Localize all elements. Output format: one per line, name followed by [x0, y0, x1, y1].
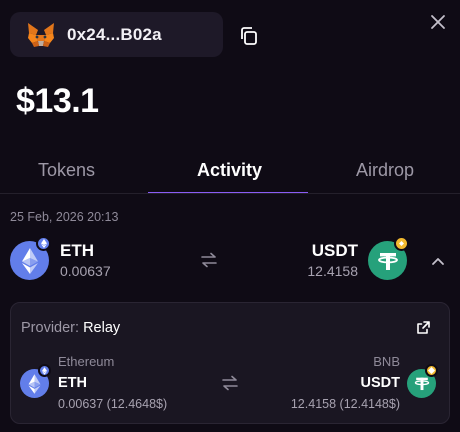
activity-date: 25 Feb, 2026 20:13 [10, 210, 119, 224]
provider-name: Relay [83, 320, 121, 336]
swap-arrows-icon [201, 252, 217, 268]
tab-activity[interactable]: Activity [197, 160, 262, 181]
from-amount-line: 0.00637 (12.4648$) [58, 397, 167, 411]
tab-tokens[interactable]: Tokens [38, 160, 95, 181]
detail-from-amount: 0.00637 [58, 397, 104, 411]
from-chain: Ethereum [58, 354, 115, 369]
from-symbol: ETH [60, 241, 94, 260]
to-amount: 12.4158 [307, 263, 358, 279]
detail-from-value: (12.4648$) [106, 397, 168, 411]
metamask-fox-icon [28, 22, 54, 47]
detail-to-value: (12.4148$) [339, 397, 400, 411]
wallet-address: 0x24...B02a [67, 24, 162, 44]
provider-line: Provider: Relay [21, 320, 120, 336]
close-icon[interactable] [428, 12, 448, 32]
divider [0, 193, 460, 194]
swap-arrows-icon [222, 375, 238, 391]
to-amount-line: 12.4158 (12.4148$) [291, 397, 400, 411]
external-link-icon[interactable] [416, 320, 431, 335]
eth-chain-badge-icon [36, 236, 51, 251]
provider-label: Provider: [21, 320, 80, 336]
bnb-chain-badge-icon [394, 236, 409, 251]
total-balance: $13.1 [16, 82, 99, 120]
bnb-chain-badge-icon [425, 364, 438, 377]
wallet-selector[interactable]: 0x24...B02a [10, 12, 223, 57]
detail-from-symbol: ETH [58, 375, 87, 391]
activity-details-card: Provider: Relay Ethereum ETH 0.00637 (12… [10, 302, 450, 424]
to-chain: BNB [373, 354, 400, 369]
tab-bar: Tokens Activity Airdrop [0, 150, 460, 194]
copy-icon[interactable] [238, 25, 260, 47]
tab-airdrop[interactable]: Airdrop [356, 160, 414, 181]
eth-chain-badge-icon [38, 364, 51, 377]
detail-to-symbol: USDT [360, 375, 400, 391]
chevron-up-icon[interactable] [431, 256, 445, 266]
from-amount: 0.00637 [60, 263, 111, 279]
to-symbol: USDT [311, 241, 358, 260]
detail-to-amount: 12.4158 [290, 397, 337, 411]
